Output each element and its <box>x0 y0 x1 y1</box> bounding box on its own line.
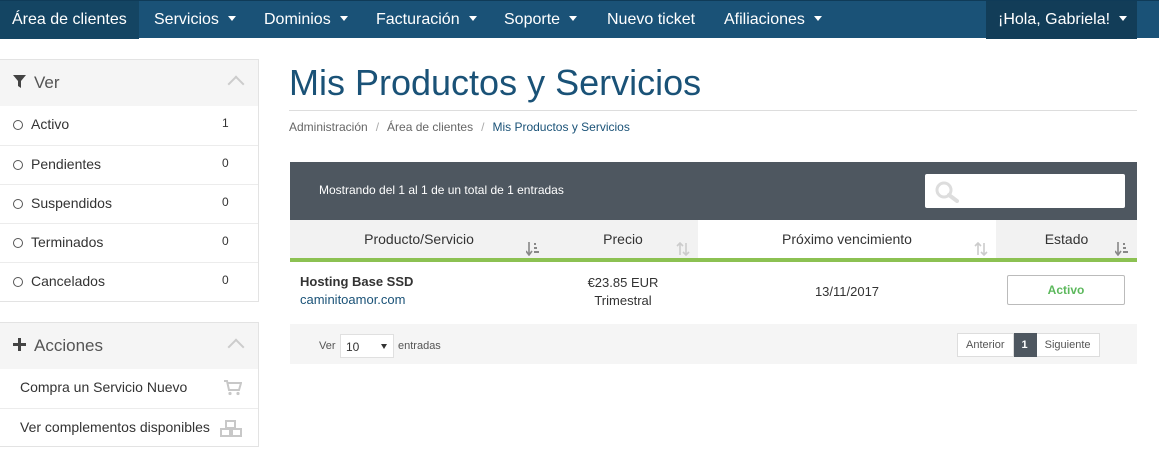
table-header: Producto/Servicio Precio Próximo vencimi… <box>290 220 1137 262</box>
action-label: Ver complementos disponibles <box>20 419 210 435</box>
nav-item-new-ticket[interactable]: Nuevo ticket <box>595 1 707 39</box>
table-toolbar: Mostrando del 1 al 1 de un total de 1 en… <box>290 162 1137 220</box>
breadcrumb-current: Mis Productos y Servicios <box>492 120 630 134</box>
panel-title: Acciones <box>34 336 103 355</box>
user-menu[interactable]: ¡Hola, Gabriela! <box>986 1 1137 39</box>
caret-down-icon <box>569 16 578 22</box>
filter-count: 0 <box>222 234 229 248</box>
nav-item-services[interactable]: Servicios <box>142 1 248 39</box>
breadcrumb-separator: / <box>481 120 485 134</box>
caret-down-icon <box>813 16 822 22</box>
filter-item-terminated[interactable]: Terminados 0 <box>0 223 258 262</box>
nav-item-label: Nuevo ticket <box>607 11 696 28</box>
panel-title: Ver <box>34 73 60 92</box>
radio-icon <box>13 238 23 248</box>
price-cell: €23.85 EUR Trimestral <box>548 274 698 310</box>
radio-icon <box>13 277 23 287</box>
filter-item-cancelled[interactable]: Cancelados 0 <box>0 262 258 301</box>
pagination: Anterior 1 Siguiente <box>957 333 1100 357</box>
filter-count: 0 <box>222 273 229 287</box>
table-row[interactable]: Hosting Base SSD caminitoamor.com €23.85… <box>290 262 1137 324</box>
column-label: Producto/Servicio <box>364 231 474 247</box>
previous-page-button[interactable]: Anterior <box>957 333 1014 357</box>
nav-item-billing[interactable]: Facturación <box>364 1 489 39</box>
breadcrumb-separator: / <box>375 120 380 134</box>
column-header-status[interactable]: Estado <box>996 220 1137 262</box>
user-greeting: ¡Hola, Gabriela! <box>998 11 1111 28</box>
caret-down-icon <box>381 344 387 349</box>
entries-label: entradas <box>398 340 441 352</box>
filter-label: Pendientes <box>31 156 102 172</box>
table-footer: Ver 10 entradas Anterior 1 Siguiente <box>290 324 1137 364</box>
filter-label: Suspendidos <box>31 195 112 211</box>
nav-item-label: Soporte <box>504 11 561 28</box>
page-length-label: Ver <box>319 340 336 352</box>
status-badge[interactable]: Activo <box>1007 275 1125 305</box>
filter-item-active[interactable]: Activo 1 <box>0 106 258 145</box>
filter-label: Activo <box>31 116 70 132</box>
current-page-button[interactable]: 1 <box>1013 333 1037 357</box>
nav-item-label: Dominios <box>264 11 331 28</box>
action-buy-new-service[interactable]: Compra un Servicio Nuevo <box>0 369 258 408</box>
caret-down-icon <box>227 16 236 22</box>
caret-down-icon <box>1119 16 1128 22</box>
actions-header[interactable]: Acciones <box>0 323 258 369</box>
breadcrumb: Administración / Área de clientes / Mis Prod… <box>289 120 630 134</box>
page-length-value: 10 <box>346 340 360 354</box>
price-amount: €23.85 EUR <box>587 275 659 290</box>
filter-count: 0 <box>222 195 229 209</box>
radio-icon <box>13 199 23 209</box>
product-domain-link[interactable]: caminitoamor.com <box>300 292 405 307</box>
column-label: Estado <box>1044 231 1089 247</box>
nav-item-affiliates[interactable]: Afiliaciones <box>712 1 834 39</box>
chevron-up-icon[interactable] <box>227 338 245 356</box>
breadcrumb-item[interactable]: Área de clientes <box>387 120 473 134</box>
filter-label: Terminados <box>31 234 104 250</box>
action-label: Compra un Servicio Nuevo <box>20 379 188 395</box>
filter-item-suspended[interactable]: Suspendidos 0 <box>0 184 258 223</box>
filter-item-pending[interactable]: Pendientes 0 <box>0 145 258 184</box>
radio-icon <box>13 160 23 170</box>
breadcrumb-item[interactable]: Administración <box>289 120 368 134</box>
title-divider <box>289 110 1137 111</box>
column-header-product[interactable]: Producto/Servicio <box>290 220 548 262</box>
billing-cycle: Trimestral <box>594 293 652 308</box>
caret-down-icon <box>468 16 477 22</box>
nav-item-label: Área de clientes <box>12 11 127 28</box>
nav-item-label: Facturación <box>376 11 460 28</box>
filter-label: Cancelados <box>31 273 105 289</box>
column-header-next-due[interactable]: Próximo vencimiento <box>698 220 996 262</box>
column-label: Precio <box>603 231 643 247</box>
page-length-select[interactable]: 10 <box>340 334 394 358</box>
top-navbar: Área de clientes Servicios Dominios Fact… <box>0 0 1159 39</box>
view-filter-panel: Ver Activo 1 Pendientes 0 Suspendidos 0 … <box>0 59 259 302</box>
column-label: Próximo vencimiento <box>782 231 912 247</box>
column-header-price[interactable]: Precio <box>548 220 698 262</box>
cubes-icon <box>220 420 242 443</box>
cart-icon <box>224 380 243 401</box>
filter-count: 0 <box>222 156 229 170</box>
nav-item-support[interactable]: Soporte <box>492 1 589 39</box>
nav-item-label: Servicios <box>154 11 219 28</box>
nav-item-label: Afiliaciones <box>724 11 805 28</box>
chevron-up-icon[interactable] <box>227 75 245 93</box>
action-view-addons[interactable]: Ver complementos disponibles <box>0 408 258 447</box>
table-search-input[interactable] <box>925 174 1125 208</box>
table-info: Mostrando del 1 al 1 de un total de 1 en… <box>319 183 564 197</box>
filter-list: Activo 1 Pendientes 0 Suspendidos 0 Term… <box>0 106 258 301</box>
actions-panel: Acciones Compra un Servicio Nuevo Ver co… <box>0 322 259 447</box>
filter-icon <box>13 75 26 93</box>
caret-down-icon <box>339 16 348 22</box>
nav-item-client-area[interactable]: Área de clientes <box>0 1 139 39</box>
search-icon <box>935 181 959 208</box>
page-title: Mis Productos y Servicios <box>289 62 702 103</box>
radio-icon <box>13 120 23 130</box>
product-name: Hosting Base SSD <box>300 274 414 289</box>
plus-icon <box>13 338 26 356</box>
filter-count: 1 <box>222 116 229 130</box>
next-page-button[interactable]: Siguiente <box>1036 333 1100 357</box>
next-due-date: 13/11/2017 <box>814 284 880 299</box>
view-filter-header[interactable]: Ver <box>0 60 258 106</box>
nav-item-domains[interactable]: Dominios <box>252 1 360 39</box>
